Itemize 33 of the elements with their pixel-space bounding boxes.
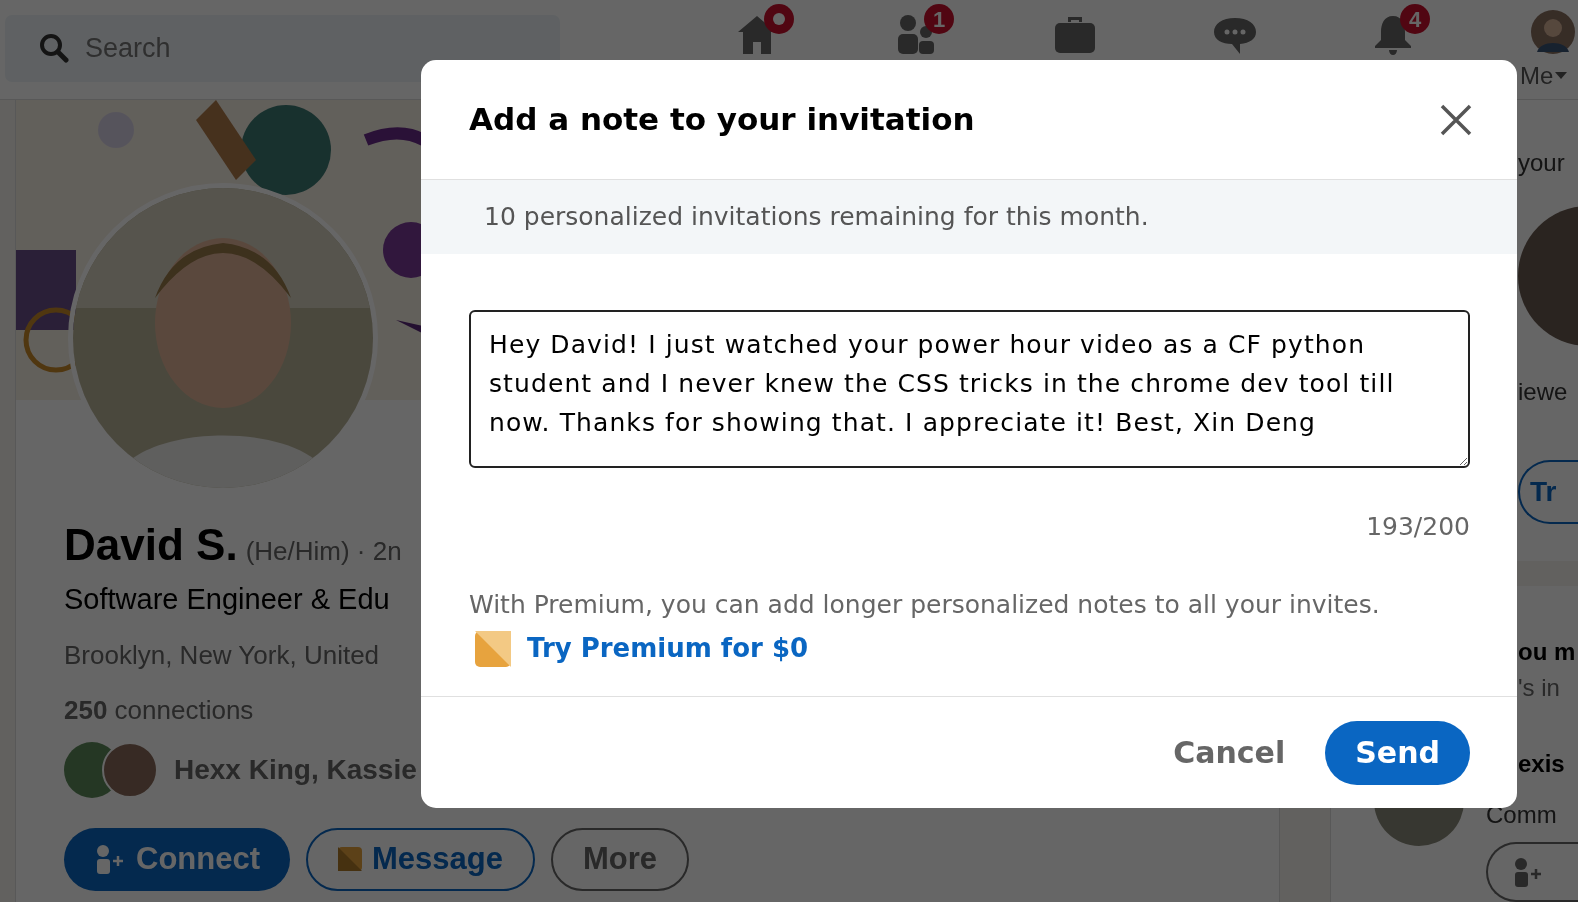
location-text: Brooklyn, New York, United xyxy=(64,638,380,672)
cancel-button[interactable]: Cancel xyxy=(1173,720,1286,785)
connect-button[interactable] xyxy=(1486,842,1578,902)
headline-text: Software Engineer & Edu xyxy=(64,582,390,617)
premium-icon xyxy=(338,847,362,871)
search-icon xyxy=(39,33,69,63)
premium-icon xyxy=(475,630,511,667)
caret-icon[interactable] xyxy=(1555,72,1568,80)
person-name: exis xyxy=(1518,749,1565,779)
action-button[interactable]: Message xyxy=(306,827,535,891)
character-counter: 193/200 xyxy=(1365,511,1470,543)
mutual-connections-text: Hexx King, Kassie xyxy=(174,752,417,787)
avatar[interactable] xyxy=(1528,8,1578,56)
action-button[interactable]: More xyxy=(550,827,690,891)
action-button[interactable]: Connect xyxy=(64,827,290,891)
premium-link[interactable]: Try Premium for $0 xyxy=(527,629,809,668)
premium-text: With Premium, you can add longer personalized notes to all your invites. xyxy=(469,588,1381,621)
connections-text: 250 connections xyxy=(64,693,254,727)
pronouns-text: (He/Him) · 2n xyxy=(245,535,402,568)
add-person-icon xyxy=(94,844,126,874)
person-headline: Comm xyxy=(1486,802,1557,829)
card-title: ou m xyxy=(1518,637,1577,667)
send-button[interactable]: Send xyxy=(1325,720,1470,785)
card-text: your xyxy=(1518,148,1566,178)
close-button[interactable] xyxy=(1439,102,1473,137)
profile-name: David S. xyxy=(64,519,238,571)
card-text: iewe xyxy=(1518,377,1569,407)
me-menu[interactable]: Me xyxy=(1520,58,1554,94)
card-text: 's in xyxy=(1518,673,1561,703)
try-button[interactable]: Tr xyxy=(1518,460,1578,524)
notification-badge: 4 xyxy=(1400,4,1430,34)
notification-badge: 1 xyxy=(924,4,954,34)
add-person-icon xyxy=(1512,857,1544,887)
